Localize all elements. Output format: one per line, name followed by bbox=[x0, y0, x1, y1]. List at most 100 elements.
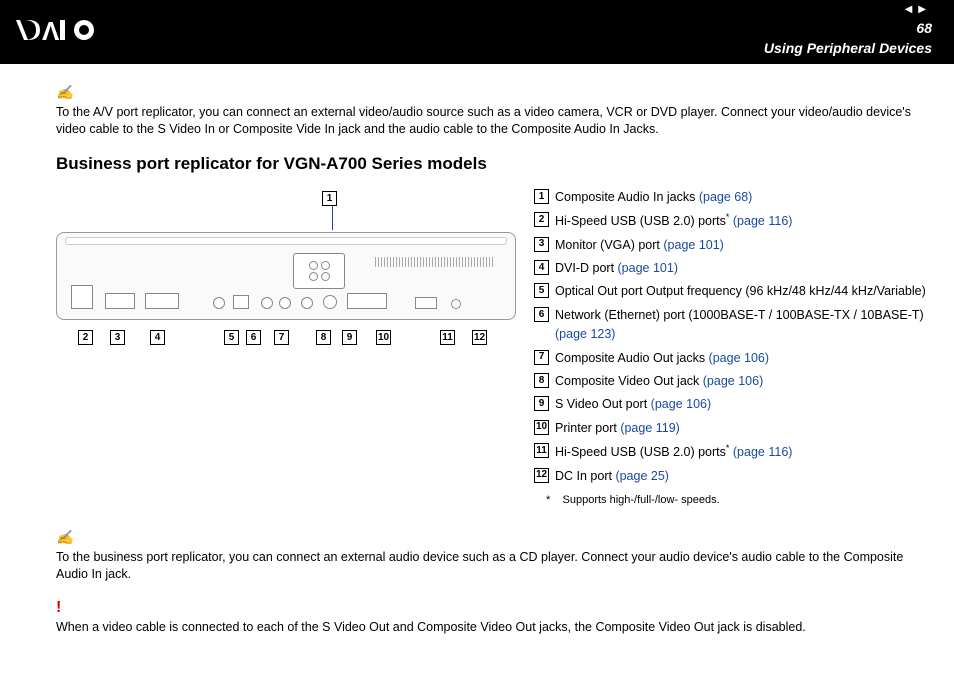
callout-num-8: 8 bbox=[316, 330, 331, 345]
legend-num: 2 bbox=[534, 212, 549, 227]
legend-text: Optical Out port Output frequency (96 kH… bbox=[555, 282, 932, 301]
callout-num-11: 11 bbox=[440, 330, 455, 345]
note-icon: ✍ bbox=[56, 529, 73, 546]
port-svideo bbox=[323, 295, 337, 309]
note-1-text: To the A/V port replicator, you can conn… bbox=[56, 104, 932, 138]
legend-row: 4 DVI-D port (page 101) bbox=[534, 259, 932, 278]
port-audio-out-2 bbox=[279, 297, 291, 309]
callouts-bottom: 2 3 4 5 6 7 8 9 10 11 12 bbox=[56, 330, 516, 360]
legend-text: S Video Out port (page 106) bbox=[555, 395, 932, 414]
section-heading: Business port replicator for VGN-A700 Se… bbox=[56, 154, 932, 174]
warning-text: When a video cable is connected to each … bbox=[56, 619, 932, 636]
page-number: 68 bbox=[916, 20, 932, 36]
page-link[interactable]: (page 25) bbox=[615, 469, 669, 483]
page-link[interactable]: (page 119) bbox=[620, 421, 680, 435]
diagram: 1 bbox=[56, 188, 516, 509]
legend-row: 7 Composite Audio Out jacks (page 106) bbox=[534, 349, 932, 368]
legend-num: 6 bbox=[534, 307, 549, 322]
nav-arrows: ◀▶ bbox=[905, 4, 932, 15]
note-2-text: To the business port replicator, you can… bbox=[56, 549, 932, 583]
legend-num: 7 bbox=[534, 350, 549, 365]
port-printer bbox=[347, 293, 387, 309]
port-optical bbox=[213, 297, 225, 309]
device-illustration bbox=[56, 232, 516, 320]
legend-row: 9 S Video Out port (page 106) bbox=[534, 395, 932, 414]
legend-row: 2 Hi-Speed USB (USB 2.0) ports* (page 116… bbox=[534, 211, 932, 232]
port-dc bbox=[451, 299, 461, 309]
legend-num: 11 bbox=[534, 443, 549, 458]
port-usb-left bbox=[71, 285, 93, 309]
note-icon: ✍ bbox=[56, 84, 73, 101]
page-link[interactable]: (page 101) bbox=[618, 261, 678, 275]
legend-row: 1 Composite Audio In jacks (page 68) bbox=[534, 188, 932, 207]
nav-next-icon[interactable]: ▶ bbox=[918, 4, 932, 15]
legend-text: Composite Audio In jacks (page 68) bbox=[555, 188, 932, 207]
legend-num: 1 bbox=[534, 189, 549, 204]
callout-num-12: 12 bbox=[472, 330, 487, 345]
footnote-text: Supports high-/full-/low- speeds. bbox=[563, 494, 720, 506]
callout-num-5: 5 bbox=[224, 330, 239, 345]
legend-row: 8 Composite Video Out jack (page 106) bbox=[534, 372, 932, 391]
warning-icon: ! bbox=[56, 599, 61, 616]
page-content: ✍ To the A/V port replicator, you can co… bbox=[0, 64, 954, 662]
legend-num: 9 bbox=[534, 396, 549, 411]
page-link[interactable]: (page 106) bbox=[703, 374, 763, 388]
legend-text: Monitor (VGA) port (page 101) bbox=[555, 236, 932, 255]
page-link[interactable]: (page 106) bbox=[651, 397, 711, 411]
legend-num: 8 bbox=[534, 373, 549, 388]
legend-text: Network (Ethernet) port (1000BASE-T / 10… bbox=[555, 306, 932, 345]
legend-list: 1 Composite Audio In jacks (page 68) 2 Hi-S… bbox=[534, 188, 932, 509]
legend-row: 12 DC In port (page 25) bbox=[534, 467, 932, 486]
legend-row: 6 Network (Ethernet) port (1000BASE-T / 1… bbox=[534, 306, 932, 345]
legend-num: 4 bbox=[534, 260, 549, 275]
callout-num-9: 9 bbox=[342, 330, 357, 345]
chapter-title: Using Peripheral Devices bbox=[764, 40, 932, 56]
port-row bbox=[65, 269, 507, 309]
legend-text: Composite Video Out jack (page 106) bbox=[555, 372, 932, 391]
legend-num: 12 bbox=[534, 468, 549, 483]
callout-num-3: 3 bbox=[110, 330, 125, 345]
port-dvi bbox=[145, 293, 179, 309]
legend-text: Hi-Speed USB (USB 2.0) ports* (page 116) bbox=[555, 211, 932, 232]
nav-prev-icon[interactable]: ◀ bbox=[905, 4, 919, 15]
callout-1: 1 bbox=[322, 188, 343, 230]
legend-text: Printer port (page 119) bbox=[555, 419, 932, 438]
legend-text: Composite Audio Out jacks (page 106) bbox=[555, 349, 932, 368]
legend-text: DVI-D port (page 101) bbox=[555, 259, 932, 278]
page-link[interactable]: (page 106) bbox=[709, 351, 769, 365]
port-cvideo bbox=[301, 297, 313, 309]
callout-num-1: 1 bbox=[322, 191, 337, 206]
legend-num: 3 bbox=[534, 237, 549, 252]
legend-row: 5 Optical Out port Output frequency (96 k… bbox=[534, 282, 932, 301]
warning: ! When a video cable is connected to eac… bbox=[56, 599, 932, 636]
note-1: ✍ To the A/V port replicator, you can co… bbox=[56, 84, 932, 138]
legend-num: 5 bbox=[534, 283, 549, 298]
page-header: Λ ◀▶ 68 Using Peripheral Devices bbox=[0, 0, 954, 64]
legend-row: 10 Printer port (page 119) bbox=[534, 419, 932, 438]
page-link[interactable]: (page 123) bbox=[555, 327, 615, 341]
svg-text:Λ: Λ bbox=[42, 16, 60, 44]
legend-row: 3 Monitor (VGA) port (page 101) bbox=[534, 236, 932, 255]
callout-num-7: 7 bbox=[274, 330, 289, 345]
port-audio-out bbox=[261, 297, 273, 309]
legend-text: DC In port (page 25) bbox=[555, 467, 932, 486]
port-usb-right bbox=[415, 297, 437, 309]
callout-num-4: 4 bbox=[150, 330, 165, 345]
vaio-logo: Λ bbox=[14, 16, 124, 44]
callout-num-2: 2 bbox=[78, 330, 93, 345]
port-ethernet bbox=[233, 295, 249, 309]
footnote: * Supports high-/full-/low- speeds. bbox=[546, 492, 932, 509]
callout-num-6: 6 bbox=[246, 330, 261, 345]
legend-text: Hi-Speed USB (USB 2.0) ports* (page 116) bbox=[555, 442, 932, 463]
page-link[interactable]: (page 68) bbox=[699, 190, 753, 204]
vent-grille bbox=[375, 257, 495, 267]
page-link[interactable]: (page 116) bbox=[729, 445, 792, 459]
note-2: ✍ To the business port replicator, you c… bbox=[56, 529, 932, 583]
legend-row: 11 Hi-Speed USB (USB 2.0) ports* (page 11… bbox=[534, 442, 932, 463]
page-link[interactable]: (page 116) bbox=[729, 214, 792, 228]
port-vga bbox=[105, 293, 135, 309]
page-link[interactable]: (page 101) bbox=[663, 238, 723, 252]
legend-num: 10 bbox=[534, 420, 549, 435]
callout-num-10: 10 bbox=[376, 330, 391, 345]
footnote-mark: * bbox=[546, 494, 550, 506]
